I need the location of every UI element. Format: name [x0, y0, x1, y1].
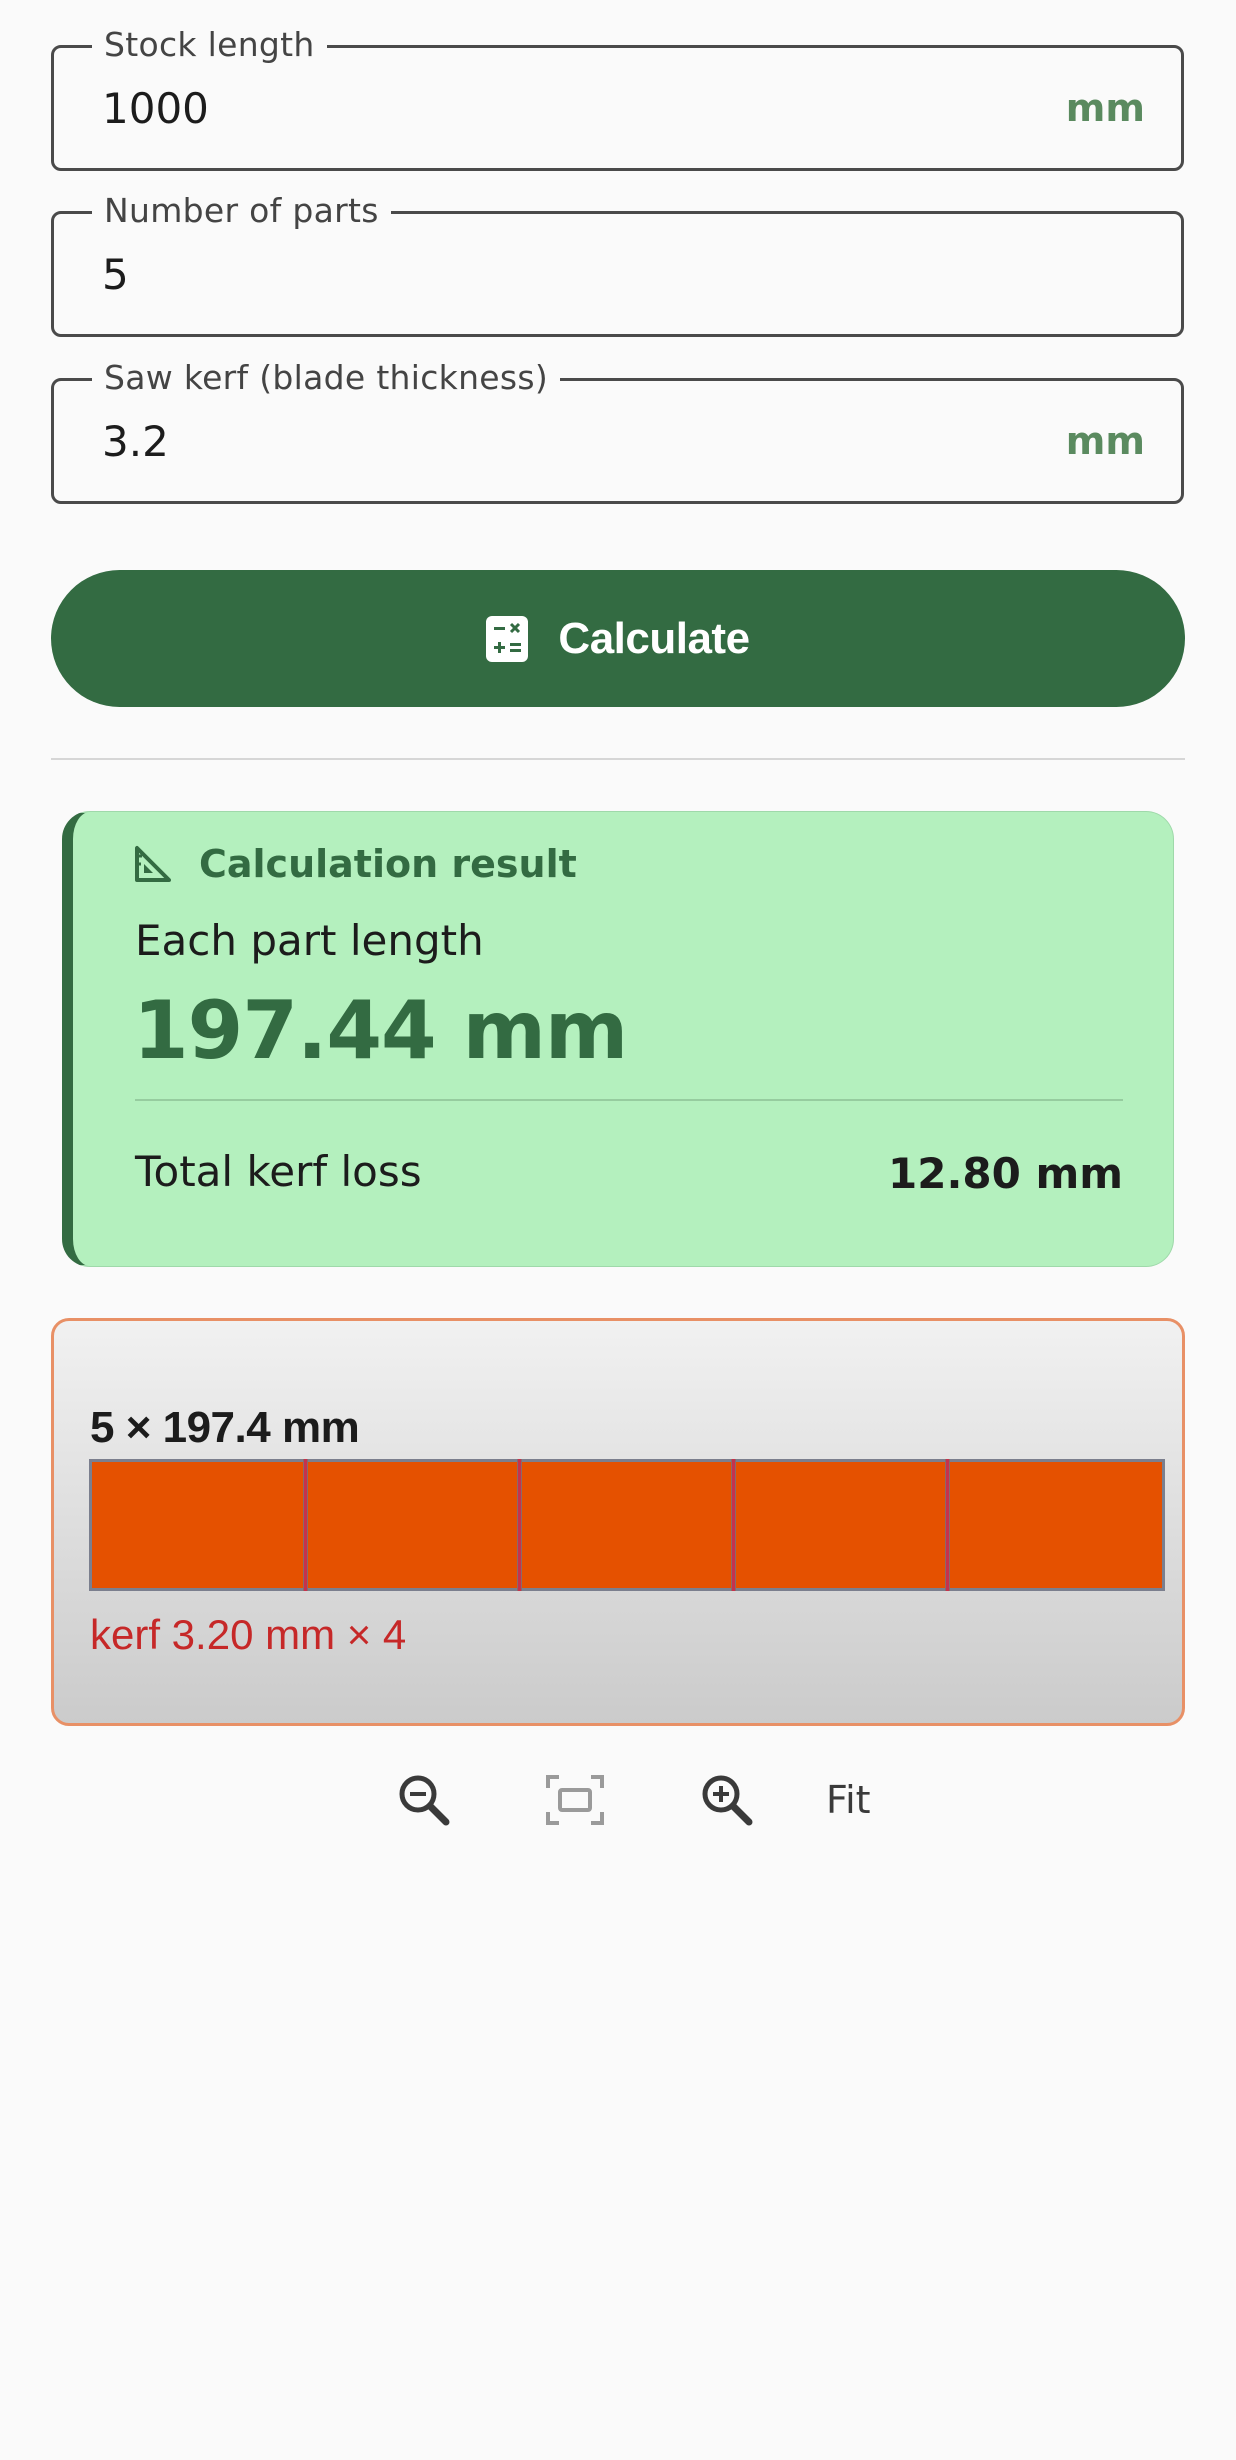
- diagram-title: 5 × 197.4 mm: [90, 1403, 360, 1452]
- calculate-button-label: Calculate: [558, 613, 750, 663]
- zoom-out-button[interactable]: [392, 1768, 456, 1832]
- result-card: Calculation result Each part length 197.…: [62, 811, 1174, 1267]
- saw-kerf-unit: mm: [1065, 419, 1145, 463]
- stock-bar: [89, 1459, 1165, 1591]
- result-title: Calculation result: [199, 842, 577, 886]
- kerf-cut-line: [517, 1459, 522, 1591]
- kerf-loss-value: 12.80 mm: [888, 1149, 1123, 1198]
- stock-length-field[interactable]: Stock length mm: [51, 25, 1184, 171]
- number-of-parts-field[interactable]: Number of parts: [51, 191, 1184, 337]
- saw-kerf-field[interactable]: Saw kerf (blade thickness) mm: [51, 358, 1184, 504]
- saw-kerf-input[interactable]: [102, 411, 1002, 471]
- result-separator: [135, 1099, 1123, 1101]
- zoom-out-icon: [399, 1775, 450, 1826]
- fit-frame-icon: [546, 1775, 604, 1825]
- stock-length-label: Stock length: [92, 25, 327, 65]
- kerf-note: kerf 3.20 mm × 4: [90, 1611, 407, 1658]
- fit-button[interactable]: Fit: [826, 1776, 871, 1824]
- stock-length-unit: mm: [1065, 86, 1145, 130]
- number-of-parts-input[interactable]: [102, 244, 1002, 304]
- result-header: Calculation result: [133, 842, 577, 886]
- fit-frame-button[interactable]: [543, 1768, 607, 1832]
- section-divider: [51, 758, 1185, 760]
- kerf-loss-label: Total kerf loss: [135, 1147, 422, 1196]
- kerf-cut-line: [731, 1459, 736, 1591]
- kerf-cut-line: [303, 1459, 308, 1591]
- zoom-in-button[interactable]: [695, 1768, 759, 1832]
- part-length-value: 197.44 mm: [133, 984, 628, 1077]
- cut-diagram[interactable]: 5 × 197.4 mm kerf 3.20 mm × 4: [51, 1318, 1185, 1726]
- set-square-icon: [135, 846, 171, 882]
- calculate-button[interactable]: Calculate: [51, 570, 1185, 707]
- saw-kerf-label: Saw kerf (blade thickness): [92, 358, 561, 398]
- calculator-icon: [486, 615, 529, 662]
- stock-length-input[interactable]: [102, 78, 1002, 138]
- zoom-in-icon: [702, 1775, 753, 1826]
- kerf-cut-line: [945, 1459, 950, 1591]
- part-length-label: Each part length: [135, 916, 484, 965]
- number-of-parts-label: Number of parts: [92, 191, 391, 231]
